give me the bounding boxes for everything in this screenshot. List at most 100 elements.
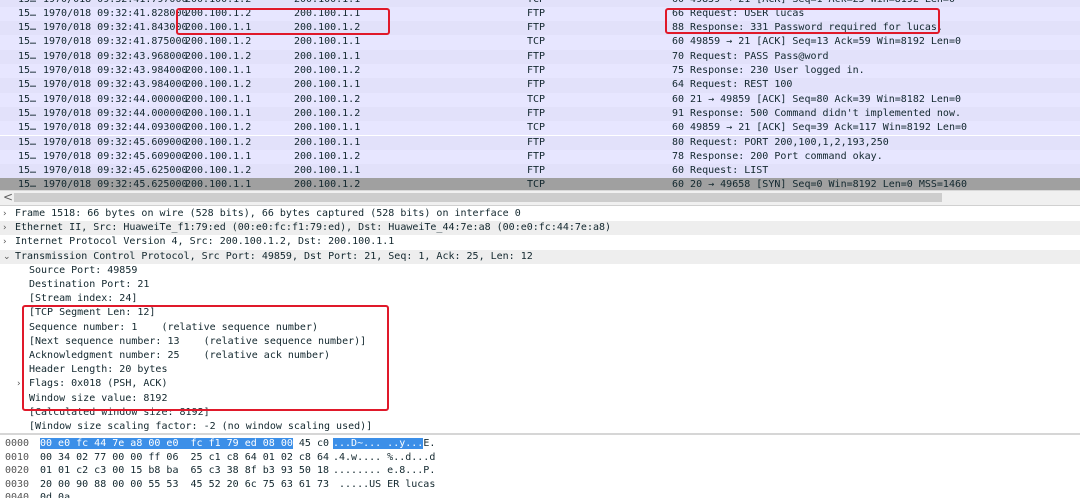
- packet-row[interactable]: 15… 1970/018 09:32:44.093000 200.100.1.2 20…: [0, 121, 1080, 136]
- packet-row[interactable]: 15… 1970/018 09:32:41.875000 200.100.1.2 20…: [0, 35, 1080, 50]
- packet-row[interactable]: 15… 1970/018 09:32:41.843000 200.100.1.1 20…: [0, 21, 1080, 36]
- hex-bytes-text: 00 34 02 77 00 00 ff 06 25 c1 c8 64 01 0…: [40, 451, 329, 463]
- ascii-bytes[interactable]: ........ e.8...P.: [333, 464, 435, 478]
- packet-destination: 200.100.1.2: [294, 93, 361, 105]
- packet-number: 15…: [18, 65, 37, 76]
- packet-number: 15…: [18, 36, 37, 48]
- packet-info: 66 Request: USER lucas: [672, 7, 805, 19]
- packet-time: 1970/018 09:32:45.625000: [43, 165, 188, 177]
- detail-tree-item[interactable]: › Flags: 0x018 (PSH, ACK): [0, 377, 1080, 391]
- packet-details-tree[interactable]: › Frame 1518: 66 bytes on wire (528 bits)…: [0, 207, 1080, 432]
- detail-tree-item[interactable]: Sequence number: 1 (relative sequence nu…: [0, 321, 1080, 335]
- ascii-bytes-selected[interactable]: ...D~... ..y...: [333, 438, 424, 449]
- packet-row[interactable]: 15… 1970/018 09:32:45.625000 200.100.1.1 20…: [0, 178, 1080, 190]
- detail-tree-item[interactable]: Acknowledgment number: 25 (relative ack …: [0, 349, 1080, 363]
- collapsed-chevron-icon[interactable]: ›: [17, 377, 21, 391]
- detail-tree-item[interactable]: ⌄ Transmission Control Protocol, Src Port…: [0, 249, 1080, 264]
- packet-row[interactable]: 15… 1970/018 09:32:41.797000200.100.1.2 20…: [0, 0, 1080, 7]
- detail-tree-item[interactable]: › Internet Protocol Version 4, Src: 200.1…: [0, 235, 1080, 249]
- collapsed-chevron-icon[interactable]: ›: [3, 235, 7, 249]
- detail-tree-item[interactable]: [Calculated window size: 8192]: [0, 406, 1080, 420]
- packet-row[interactable]: 15… 1970/018 09:32:45.625000 200.100.1.2 20…: [0, 164, 1080, 179]
- detail-tree-label: Internet Protocol Version 4, Src: 200.10…: [15, 236, 395, 248]
- packet-list[interactable]: 15…1970/018 09:32:41.797000200.100.1.220…: [0, 0, 1080, 190]
- scrollbar-thumb[interactable]: [14, 193, 942, 202]
- collapsed-chevron-icon[interactable]: ›: [3, 221, 7, 235]
- packet-number: 15…: [18, 136, 37, 148]
- byte-offset: 0000: [5, 438, 30, 449]
- packet-destination: 200.100.1.2: [294, 65, 361, 76]
- detail-tree-label: Acknowledgment number: 25 (relative ack …: [29, 350, 331, 361]
- hex-bytes[interactable]: 01 01 c2 c3 00 15 b8 ba 65 c3 38 8f b3 9…: [40, 464, 329, 478]
- packet-time: 1970/018 09:32:45.609000: [43, 150, 188, 162]
- bytes-row[interactable]: 0030 20 00 90 88 00 00 55 53 45 52 20 6c …: [0, 478, 1080, 492]
- packet-row[interactable]: 15… 1970/018 09:32:41.828000 200.100.1.2 20…: [0, 6, 1080, 22]
- ascii-bytes[interactable]: ...D~... ..y...E.: [333, 437, 435, 451]
- detail-tree-label: Transmission Control Protocol, Src Port:…: [15, 250, 533, 262]
- packet-source: 200.100.1.2: [185, 165, 252, 177]
- packet-destination: 200.100.1.1: [294, 50, 361, 62]
- bytes-row[interactable]: 0000 00 e0 fc 44 7e a8 00 e0 fc f1 79 ed …: [0, 437, 1080, 451]
- packet-info: 80 Request: PORT 200,100,1,2,193,250: [672, 136, 889, 148]
- detail-tree-item[interactable]: [Stream index: 24]: [0, 292, 1080, 306]
- packet-number: 15…: [18, 150, 37, 162]
- horizontal-scrollbar[interactable]: <: [0, 190, 1080, 206]
- packet-source: 200.100.1.1: [185, 150, 252, 162]
- detail-tree-label: Frame 1518: 66 bytes on wire (528 bits),…: [15, 208, 521, 219]
- packet-row[interactable]: 15… 1970/018 09:32:45.609000 200.100.1.1 20…: [0, 149, 1080, 165]
- packet-time: 1970/018 09:32:41.828000: [43, 7, 188, 19]
- expanded-chevron-icon[interactable]: ⌄: [3, 250, 11, 264]
- packet-row[interactable]: 15… 1970/018 09:32:43.984000 200.100.1.2 20…: [0, 78, 1080, 93]
- detail-tree-label: Header Length: 20 bytes: [29, 364, 168, 376]
- packet-row[interactable]: 15… 1970/018 09:32:44.000000 200.100.1.1 20…: [0, 92, 1080, 107]
- ascii-bytes-text: .4.w.... %..d...d: [333, 451, 436, 463]
- bytes-row[interactable]: 0040 0d 0a..: [0, 491, 1080, 498]
- packet-info: 60 20 → 49658 [SYN] Seq=0 Win=8192 Len=0…: [672, 179, 968, 190]
- detail-tree-item[interactable]: Destination Port: 21: [0, 278, 1080, 292]
- detail-tree-item[interactable]: Header Length: 20 bytes: [0, 363, 1080, 377]
- packet-time: 1970/018 09:32:45.625000: [43, 179, 188, 190]
- detail-tree-item[interactable]: › Frame 1518: 66 bytes on wire (528 bits)…: [0, 207, 1080, 221]
- detail-tree-item[interactable]: › Ethernet II, Src: HuaweiTe_f1:79:ed (00…: [0, 221, 1080, 236]
- hex-bytes[interactable]: 20 00 90 88 00 00 55 53 45 52 20 6c 75 6…: [40, 478, 329, 492]
- packet-source: 200.100.1.1: [185, 93, 252, 105]
- bytes-row[interactable]: 0020 01 01 c2 c3 00 15 b8 ba 65 c3 38 8f …: [0, 464, 1080, 478]
- detail-tree-item[interactable]: [Next sequence number: 13 (relative sequ…: [0, 335, 1080, 349]
- detail-tree-item[interactable]: [Window size scaling factor: -2 (no wind…: [0, 420, 1080, 432]
- packet-info: 70 Request: PASS Pass@word: [672, 50, 829, 62]
- hex-bytes[interactable]: 0d 0a: [40, 491, 70, 498]
- detail-tree-label: Destination Port: 21: [29, 279, 150, 290]
- packet-destination: 200.100.1.1: [294, 36, 361, 48]
- hex-bytes[interactable]: 00 e0 fc 44 7e a8 00 e0 fc f1 79 ed 08 0…: [40, 437, 329, 451]
- packet-protocol: TCP: [527, 93, 546, 105]
- detail-tree-item[interactable]: Source Port: 49859: [0, 264, 1080, 278]
- packet-time: 1970/018 09:32:45.609000: [43, 136, 188, 148]
- hex-bytes[interactable]: 00 34 02 77 00 00 ff 06 25 c1 c8 64 01 0…: [40, 451, 329, 465]
- packet-time: 1970/018 09:32:44.000000: [43, 93, 188, 105]
- packet-row[interactable]: 15… 1970/018 09:32:45.609000 200.100.1.2 20…: [0, 135, 1080, 150]
- ascii-bytes[interactable]: .4.w.... %..d...d: [333, 451, 435, 465]
- packet-source: 200.100.1.1: [185, 22, 252, 34]
- ascii-bytes[interactable]: ..: [333, 491, 345, 498]
- hex-bytes-selected[interactable]: 00 e0 fc 44 7e a8 00 e0 fc f1 79 ed 08 0…: [40, 438, 293, 449]
- packet-row[interactable]: 15… 1970/018 09:32:43.968000 200.100.1.2 20…: [0, 49, 1080, 64]
- ascii-bytes-text: .....US ER lucas: [333, 478, 436, 490]
- packet-bytes-pane[interactable]: 0000 00 e0 fc 44 7e a8 00 e0 fc f1 79 ed …: [0, 436, 1080, 498]
- detail-tree-item[interactable]: [TCP Segment Len: 12]: [0, 306, 1080, 320]
- scroll-left-arrow-icon[interactable]: <: [3, 191, 13, 204]
- packet-protocol: FTP: [527, 136, 546, 148]
- packet-info: 60 49859 → 21 [ACK] Seq=39 Ack=117 Win=8…: [672, 122, 968, 134]
- ascii-bytes[interactable]: .....US ER lucas: [333, 478, 435, 492]
- detail-tree-label: Source Port: 49859: [29, 264, 138, 276]
- byte-offset: 0010: [5, 451, 30, 463]
- packet-protocol: FTP: [527, 50, 546, 62]
- bytes-row[interactable]: 0010 00 34 02 77 00 00 ff 06 25 c1 c8 64 …: [0, 451, 1080, 465]
- packet-row[interactable]: 15… 1970/018 09:32:44.000000 200.100.1.1 20…: [0, 106, 1080, 122]
- collapsed-chevron-icon[interactable]: ›: [3, 207, 7, 221]
- detail-tree-label: [Window size scaling factor: -2 (no wind…: [29, 421, 373, 432]
- byte-offset: 0040: [5, 492, 30, 498]
- packet-destination: 200.100.1.1: [294, 122, 361, 134]
- packet-row[interactable]: 15… 1970/018 09:32:43.984000 200.100.1.1 20…: [0, 64, 1080, 79]
- detail-tree-item[interactable]: Window size value: 8192: [0, 392, 1080, 406]
- pane-divider[interactable]: [0, 433, 1080, 435]
